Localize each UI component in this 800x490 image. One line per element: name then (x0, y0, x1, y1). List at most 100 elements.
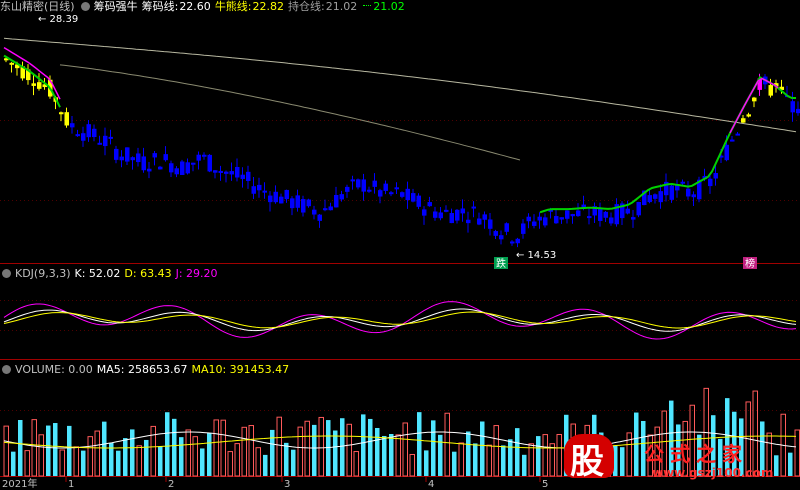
candlestick (444, 209, 449, 212)
volume-bar (466, 431, 471, 476)
candlestick (251, 186, 256, 194)
volume-bar (304, 420, 310, 477)
chart-stage: ← 28.39 ← 14.53 跌 榜 2021年 1 2 3 4 5 东山精密(日线) 筹码强牛筹… (0, 0, 800, 490)
chip-line-label: 筹码线: (141, 0, 179, 13)
volume-bar (207, 433, 212, 476)
volume-bar (255, 447, 261, 477)
axis-year-label: 2021年 (2, 477, 37, 490)
volume-bar (417, 412, 422, 476)
volume-bar (368, 418, 373, 476)
watermark-site-name: 公式之家 (644, 442, 748, 466)
holding-label: 持仓线: (288, 0, 325, 13)
candlestick (570, 214, 575, 217)
volume-bar (227, 451, 233, 477)
candlestick (603, 211, 608, 218)
candlestick (345, 186, 350, 192)
candlestick (482, 214, 487, 220)
bull-bear-value: 22.82 (252, 0, 285, 13)
candlestick (526, 216, 531, 222)
candlestick (455, 209, 460, 221)
settings-dot-icon[interactable] (80, 2, 90, 11)
candlestick (460, 208, 465, 214)
candlestick (37, 82, 42, 89)
candlestick (515, 238, 520, 244)
volume-bar (361, 414, 366, 476)
volume-bar (536, 436, 541, 476)
candlestick (328, 206, 333, 211)
volume-bar (185, 429, 191, 477)
vol-settings-dot-icon[interactable] (2, 365, 11, 374)
candlestick (273, 191, 278, 203)
candlestick (81, 133, 86, 141)
axis-month-label: 4 (428, 479, 434, 490)
volume-bar (291, 449, 296, 476)
candlestick (587, 216, 592, 219)
candlestick (796, 108, 800, 114)
candlestick (191, 162, 196, 165)
volume-bar (24, 450, 30, 477)
candlestick (598, 208, 603, 221)
candlestick (400, 192, 405, 197)
candlestick (361, 179, 366, 192)
candlestick (163, 154, 168, 161)
candlestick (268, 195, 273, 203)
volume-bar (389, 434, 394, 476)
candlestick (422, 209, 427, 216)
candlestick (196, 154, 201, 161)
bull-bear-label: 牛熊线: (214, 0, 252, 13)
candlestick (653, 194, 658, 199)
volume-bar (53, 423, 58, 476)
candlestick (669, 185, 674, 200)
volume-bar (458, 442, 464, 477)
candlestick (130, 157, 135, 161)
candlestick (125, 147, 130, 162)
volume-bar (424, 450, 429, 476)
volume-bar (549, 443, 555, 477)
candlestick (686, 188, 691, 197)
kdj-settings-dot-icon[interactable] (2, 269, 11, 278)
candlestick (185, 162, 190, 174)
holding-value: 21.02 (325, 0, 358, 13)
volume-bar (501, 445, 506, 476)
candlestick (554, 216, 559, 224)
volume-bar (444, 412, 450, 477)
candlestick (119, 156, 124, 161)
volume-bar (94, 430, 100, 477)
candlestick (438, 212, 443, 219)
candlestick (350, 179, 355, 182)
stock-name: 东山精密(日线) (0, 0, 75, 13)
volume-bar (515, 428, 520, 476)
candlestick (383, 183, 388, 191)
candlestick (9, 62, 14, 65)
volume-bar (297, 426, 303, 477)
candlestick (86, 124, 91, 138)
candlestick (543, 217, 548, 226)
volume-bar (284, 442, 289, 476)
candlestick (631, 217, 636, 220)
candlestick (625, 208, 630, 214)
volume-bar (522, 454, 527, 476)
volume-bar (276, 416, 282, 477)
volume-bar (346, 423, 352, 477)
candlestick (746, 114, 751, 117)
volume-bar (438, 434, 443, 476)
candlestick (97, 142, 102, 145)
volume-bar (165, 412, 170, 476)
volume-bar (158, 446, 163, 476)
kdj-j: J: 29.20 (175, 267, 218, 280)
candlestick (108, 136, 113, 139)
chip-line (3, 37, 797, 133)
candlestick (609, 217, 614, 224)
candlestick (356, 179, 361, 188)
candlestick (114, 148, 119, 160)
volume-bar (200, 448, 205, 476)
candlestick (152, 153, 157, 158)
candlestick (174, 168, 179, 175)
stock-chart-canvas: ← 28.39 ← 14.53 跌 榜 2021年 1 2 3 4 5 (0, 14, 800, 490)
candlestick (378, 190, 383, 197)
candlestick (521, 223, 526, 234)
watermark-logo: 股 公式之家 www.gszj100.com (560, 430, 800, 490)
volume-bar (353, 451, 359, 477)
candlestick (158, 166, 163, 170)
candlestick (576, 210, 581, 217)
